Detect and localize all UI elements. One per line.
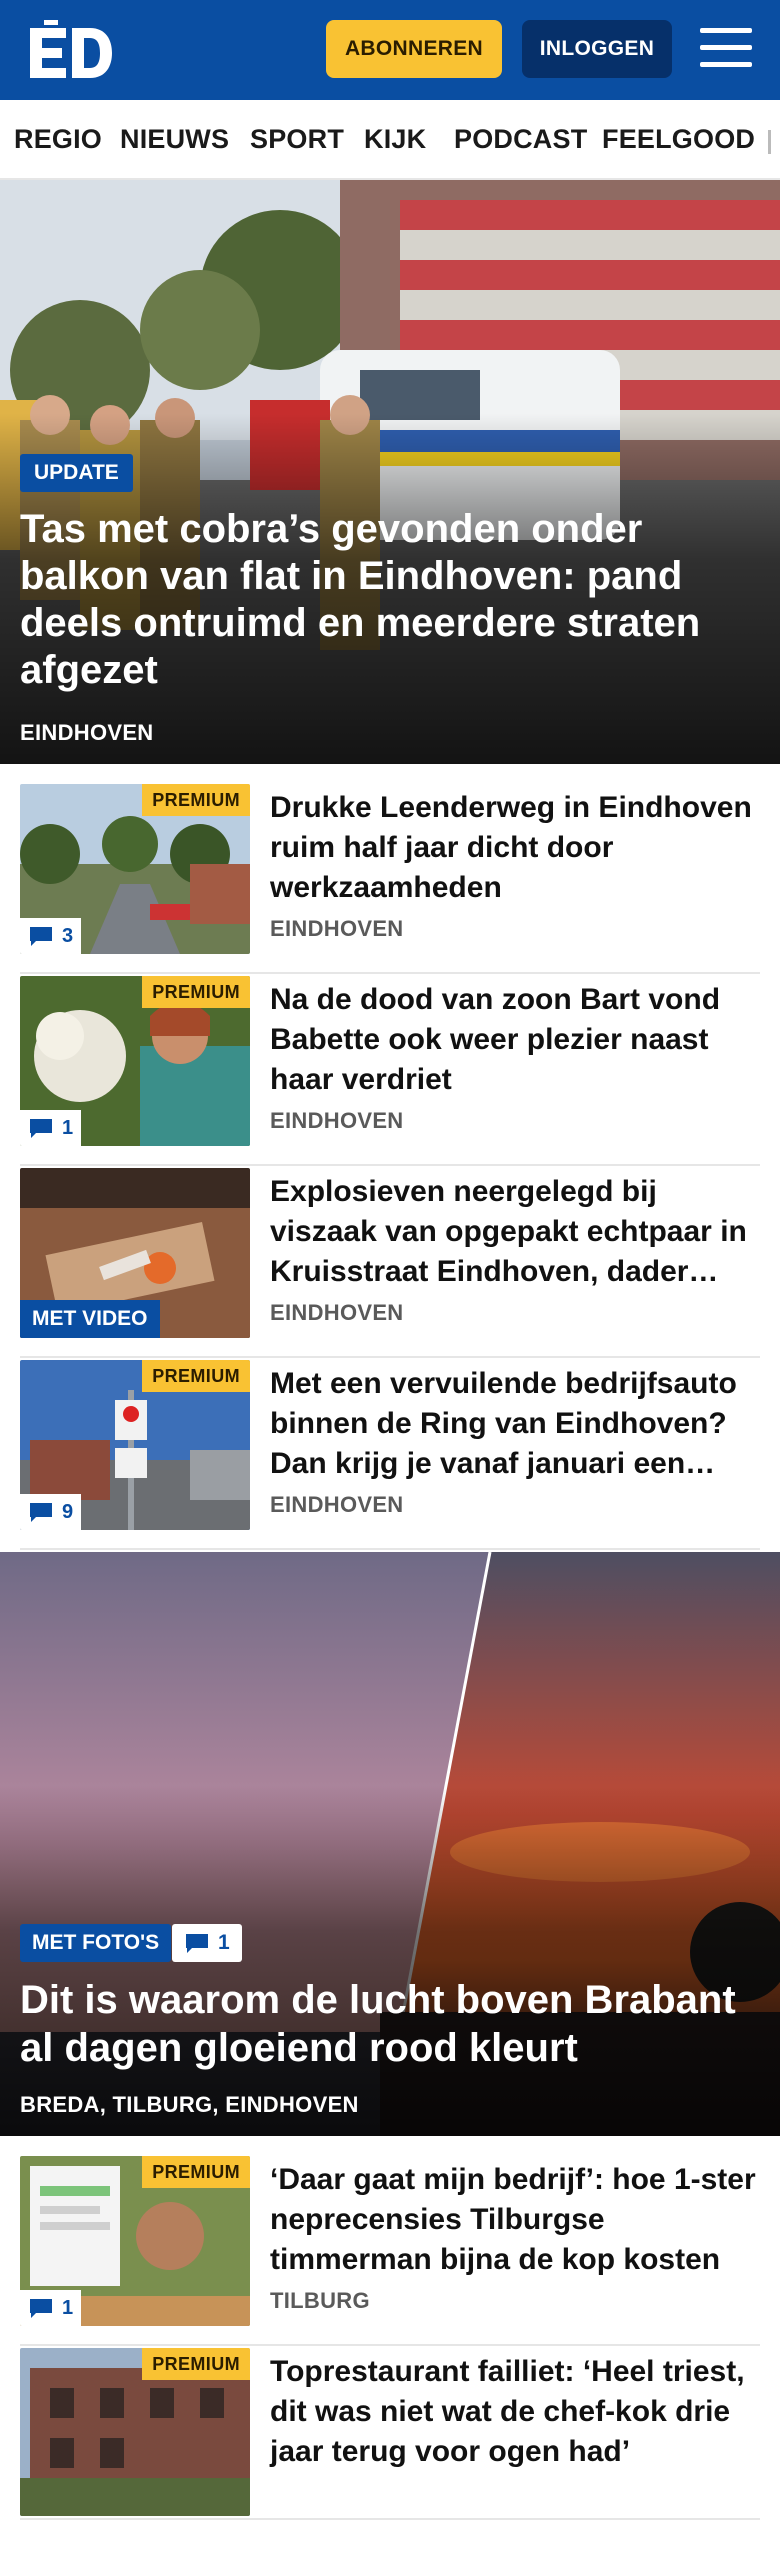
list-item[interactable]: PREMIUM 3 Drukke Leenderweg in Eindhoven… — [20, 784, 760, 974]
article-thumbnail: PREMIUM 3 — [20, 784, 250, 954]
update-label: UPDATE — [20, 454, 133, 492]
nav-item-sport[interactable]: SPORT — [250, 124, 344, 155]
comment-count[interactable]: 9 — [20, 1494, 82, 1530]
nav-overflow-indicator — [768, 130, 771, 154]
login-button[interactable]: INLOGGEN — [522, 20, 672, 78]
premium-badge: PREMIUM — [142, 1360, 250, 1392]
comment-icon — [186, 1934, 208, 1953]
hero-article-sky[interactable]: MET FOTO'S 1 Dit is waarom de lucht bove… — [0, 1552, 780, 2136]
nav-item-podcast[interactable]: PODCAST — [454, 124, 587, 155]
comment-count-value: 1 — [62, 2296, 74, 2319]
comment-icon — [30, 1503, 52, 1522]
comment-count-value: 1 — [218, 1931, 230, 1954]
comment-count[interactable]: 1 — [20, 2290, 82, 2326]
list-item[interactable]: PREMIUM 1 ‘Daar gaat mijn bedrijf’: hoe … — [20, 2156, 760, 2346]
article-thumbnail: MET VIDEO — [20, 1168, 250, 1338]
comment-icon — [30, 927, 52, 946]
premium-badge: PREMIUM — [142, 2156, 250, 2188]
comment-count-value: 9 — [62, 1500, 74, 1523]
nav-item-feelgood[interactable]: FEELGOOD — [602, 124, 755, 155]
list-item[interactable]: PREMIUM 9 Met een vervuilende bedrijfsau… — [20, 1360, 760, 1550]
video-label: MET VIDEO — [20, 1300, 160, 1338]
section-nav: REGIO NIEUWS SPORT KIJK PODCAST FEELGOOD — [0, 100, 780, 180]
article-location: EINDHOVEN — [270, 1108, 404, 1133]
article-location: TILBURG — [270, 2288, 370, 2313]
article-title[interactable]: Na de dood van zoon Bart vond Babette oo… — [270, 980, 760, 1100]
comment-count[interactable]: 3 — [20, 918, 82, 954]
nav-item-nieuws[interactable]: NIEUWS — [120, 124, 229, 155]
article-title[interactable]: Explosieven neergelegd bij viszaak van o… — [270, 1172, 760, 1292]
article-title[interactable]: Met een vervuilende bedrijfsauto binnen … — [270, 1364, 760, 1484]
list-item[interactable]: PREMIUM 1 Na de dood van zoon Bart vond … — [20, 976, 760, 1166]
article-location: EINDHOVEN — [270, 1492, 404, 1517]
hero-title[interactable]: Tas met cobra’s gevonden onder balkon va… — [20, 506, 750, 694]
article-title[interactable]: Drukke Leenderweg in Eindhoven ruim half… — [270, 788, 760, 908]
article-thumbnail: PREMIUM 9 — [20, 1360, 250, 1530]
list-item[interactable]: PREMIUM Toprestaurant failliet: ‘Heel tr… — [20, 2348, 760, 2520]
comment-count[interactable]: 1 — [20, 1110, 82, 1146]
nav-item-kijk[interactable]: KIJK — [364, 124, 426, 155]
comment-count[interactable]: 1 — [172, 1924, 242, 1962]
article-title[interactable]: Toprestaurant failliet: ‘Heel triest, di… — [270, 2352, 760, 2472]
comment-count-value: 1 — [62, 1116, 74, 1139]
comment-count-value: 3 — [62, 924, 74, 947]
ed-logo[interactable] — [26, 18, 116, 82]
article-location: EINDHOVEN — [270, 1300, 404, 1325]
list-item[interactable]: MET VIDEO Explosieven neergelegd bij vis… — [20, 1168, 760, 1358]
article-title[interactable]: ‘Daar gaat mijn bedrijf’: hoe 1-ster nep… — [270, 2160, 760, 2280]
subscribe-button[interactable]: ABONNEREN — [326, 20, 502, 78]
site-header: ABONNEREN INLOGGEN — [0, 0, 780, 100]
article-location: EINDHOVEN — [270, 916, 404, 941]
article-thumbnail: PREMIUM — [20, 2348, 250, 2516]
hamburger-menu-icon[interactable] — [700, 28, 752, 72]
premium-badge: PREMIUM — [142, 784, 250, 816]
nav-item-regio[interactable]: REGIO — [14, 124, 102, 155]
hero-location: BREDA, TILBURG, EINDHOVEN — [20, 2092, 359, 2117]
hero-article[interactable]: UPDATE Tas met cobra’s gevonden onder ba… — [0, 180, 780, 764]
premium-badge: PREMIUM — [142, 976, 250, 1008]
premium-badge: PREMIUM — [142, 2348, 250, 2380]
article-thumbnail: PREMIUM 1 — [20, 976, 250, 1146]
article-thumbnail: PREMIUM 1 — [20, 2156, 250, 2326]
comment-icon — [30, 1119, 52, 1138]
hero-title[interactable]: Dit is waarom de lucht boven Brabant al … — [20, 1976, 760, 2072]
comment-icon — [30, 2299, 52, 2318]
photos-label: MET FOTO'S — [20, 1924, 172, 1962]
hero-location: EINDHOVEN — [20, 720, 154, 745]
